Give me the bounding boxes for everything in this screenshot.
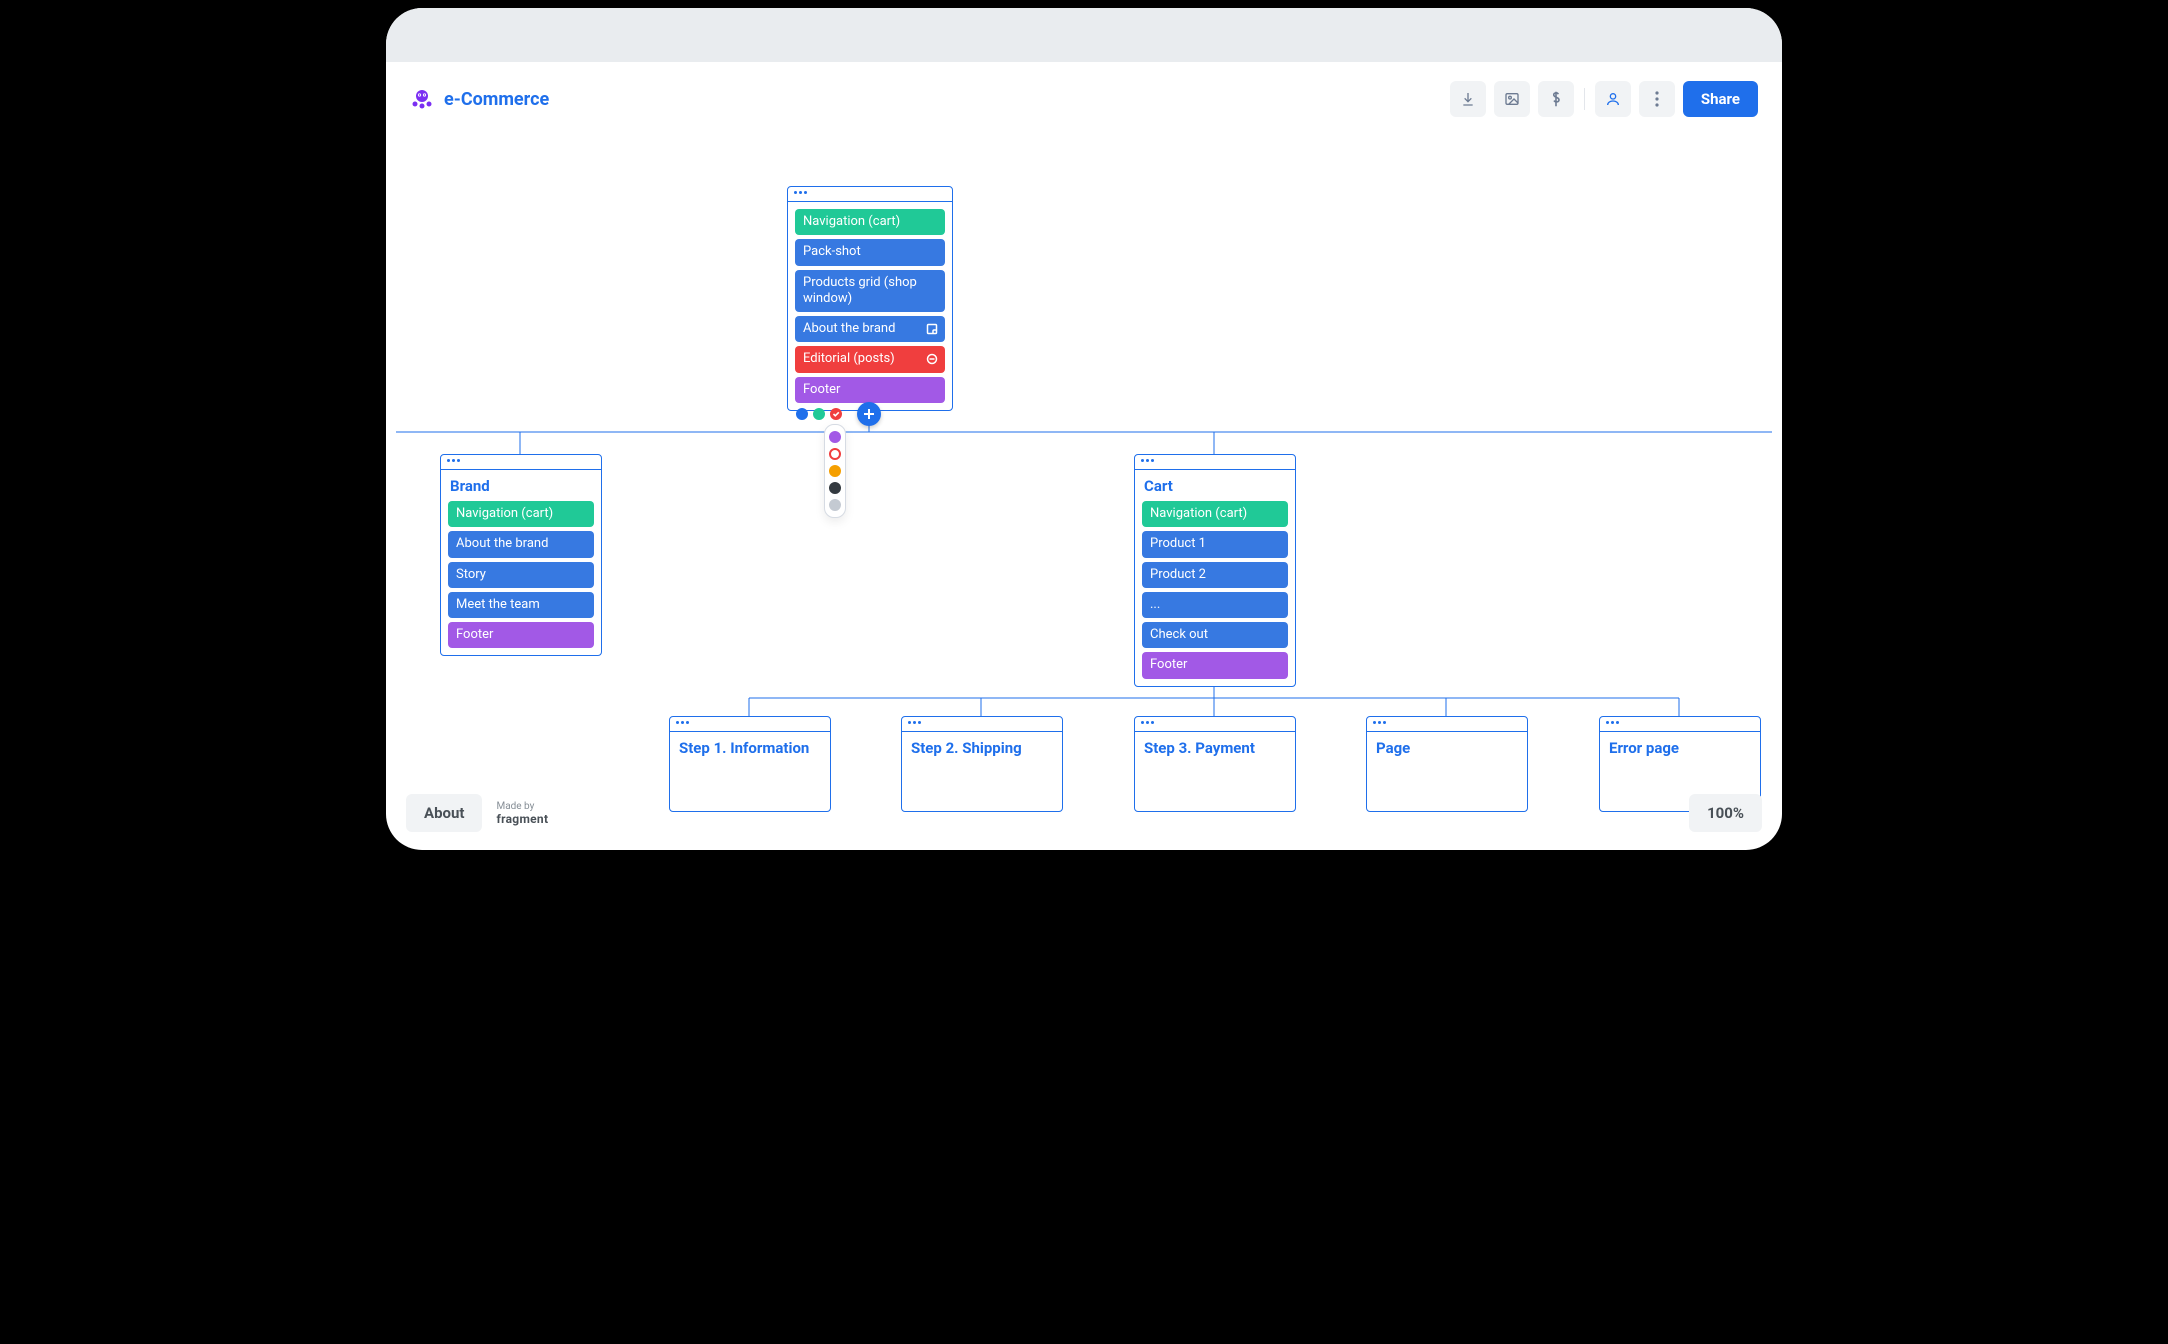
sitemap-card-page[interactable]: Page [1366,716,1528,812]
header-toolbar: Share [1450,81,1758,117]
section-block[interactable]: Footer [448,622,594,648]
section-block[interactable]: About the brand [795,316,945,342]
section-block[interactable]: Products grid (shop window) [795,270,945,313]
section-block[interactable]: Product 2 [1142,562,1288,588]
card-chrome [902,717,1062,732]
app-window: e-Commerce Share [386,8,1782,850]
add-child-button[interactable] [857,402,881,426]
sitemap-card-step2[interactable]: Step 2. Shipping [901,716,1063,812]
sitemap-card-cart[interactable]: Cart Navigation (cart) Product 1 Product… [1134,454,1296,687]
card-chrome [1600,717,1760,732]
card-title[interactable]: Cart [1144,477,1288,495]
color-swatch-dark[interactable] [829,482,841,494]
toolbar-divider [1584,88,1585,110]
app-logo[interactable]: e-Commerce [410,87,549,111]
section-block[interactable]: Meet the team [448,592,594,618]
made-by-label: Made by fragment [496,801,548,826]
section-block[interactable]: Story [448,562,594,588]
share-button[interactable]: Share [1683,81,1758,117]
section-block[interactable]: Footer [795,377,945,403]
card-chrome [788,187,952,202]
status-dot-red[interactable] [830,408,842,420]
note-icon [925,322,939,336]
section-block[interactable]: Footer [1142,652,1288,678]
browser-chrome-topbar [386,8,1782,62]
project-title[interactable]: e-Commerce [444,89,549,110]
section-block[interactable]: ... [1142,592,1288,618]
card-chrome [1135,717,1295,732]
app-header: e-Commerce Share [386,62,1782,136]
status-dot-blue[interactable] [796,408,808,420]
color-swatch-orange[interactable] [829,465,841,477]
card-chrome [1367,717,1527,732]
zoom-indicator[interactable]: 100% [1689,794,1762,832]
more-menu-button[interactable] [1639,81,1675,117]
download-button[interactable] [1450,81,1486,117]
color-swatch-purple[interactable] [829,431,841,443]
card-chrome [1135,455,1295,470]
section-block[interactable]: Navigation (cart) [448,501,594,527]
color-swatch-gray[interactable] [829,499,841,511]
section-block[interactable]: About the brand [448,531,594,557]
card-title[interactable]: Error page [1609,739,1753,757]
card-chrome [670,717,830,732]
section-block[interactable]: Check out [1142,622,1288,648]
octopus-icon [410,87,434,111]
pricing-button[interactable] [1538,81,1574,117]
section-block[interactable]: Pack-shot [795,239,945,265]
status-dots[interactable] [796,408,842,420]
about-button[interactable]: About [406,794,482,832]
card-title[interactable]: Step 1. Information [679,739,823,757]
section-block[interactable]: Navigation (cart) [795,209,945,235]
footer-about: About Made by fragment [406,794,548,832]
color-picker-menu[interactable] [824,424,846,518]
sitemap-card-step3[interactable]: Step 3. Payment [1134,716,1296,812]
section-block[interactable]: Product 1 [1142,531,1288,557]
image-button[interactable] [1494,81,1530,117]
sitemap-card-brand[interactable]: Brand Navigation (cart) About the brand … [440,454,602,656]
card-title[interactable]: Step 3. Payment [1144,739,1288,757]
section-block[interactable]: Navigation (cart) [1142,501,1288,527]
color-swatch-red-outline[interactable] [829,448,841,460]
sitemap-card-root[interactable]: Navigation (cart) Pack-shot Products gri… [787,186,953,411]
sitemap-card-step1[interactable]: Step 1. Information [669,716,831,812]
status-dot-teal[interactable] [813,408,825,420]
sitemap-canvas[interactable]: Navigation (cart) Pack-shot Products gri… [386,136,1782,850]
card-title[interactable]: Brand [450,477,594,495]
card-title[interactable]: Page [1376,739,1520,757]
card-title[interactable]: Step 2. Shipping [911,739,1055,757]
section-block[interactable]: Editorial (posts) [795,346,945,372]
card-chrome [441,455,601,470]
minus-circle-icon [925,352,939,366]
account-button[interactable] [1595,81,1631,117]
